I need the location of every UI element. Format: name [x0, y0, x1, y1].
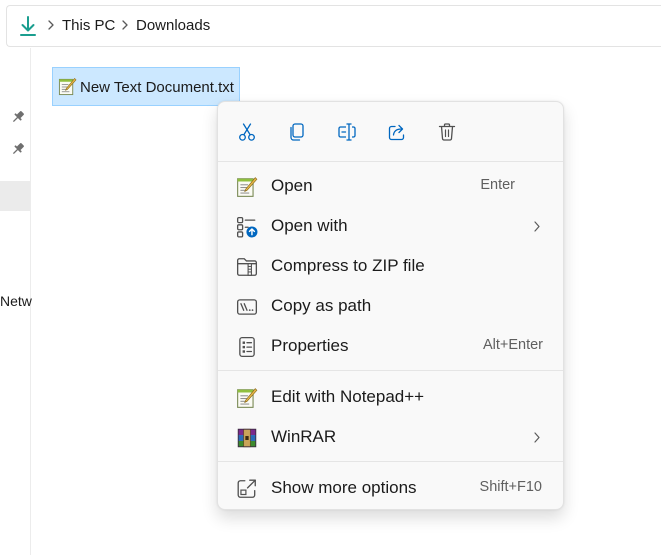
copy-path-icon — [236, 299, 258, 315]
rename-button[interactable] — [331, 116, 363, 148]
address-bar[interactable]: This PC Downloads — [6, 5, 661, 47]
share-button[interactable] — [381, 116, 413, 148]
notepad-plus-plus-icon — [237, 177, 258, 197]
menu-item-label: WinRAR — [271, 427, 337, 446]
menu-item-shortcut: Enter — [480, 177, 515, 193]
menu-item-shortcut: Alt+Enter — [482, 337, 543, 353]
file-item[interactable]: New Text Document.txt — [52, 67, 240, 106]
cut-icon — [239, 123, 255, 141]
properties-icon — [239, 336, 255, 358]
menu-item-properties[interactable]: Properties Alt+Enter — [222, 327, 559, 365]
show-more-options-icon — [237, 479, 256, 498]
menu-item-label: Open with — [271, 216, 348, 235]
pin-icon[interactable] — [10, 141, 26, 157]
pin-icon[interactable] — [10, 109, 26, 125]
file-name: New Text Document.txt — [80, 79, 234, 96]
notepad-plus-plus-icon — [58, 78, 77, 96]
menu-item-label: Edit with Notepad++ — [271, 387, 425, 406]
zip-folder-icon — [236, 258, 258, 276]
menu-item-edit-notepad-plus-plus[interactable]: Edit with Notepad++ — [222, 378, 559, 416]
chevron-right-icon[interactable] — [120, 18, 130, 32]
menu-item-show-more-options[interactable]: Show more options Shift+F10 — [222, 469, 559, 507]
winrar-icon — [237, 428, 257, 448]
menu-item-copy-as-path[interactable]: Copy as path — [222, 287, 559, 325]
breadcrumb-this-pc[interactable]: This PC — [62, 17, 115, 34]
menu-item-winrar[interactable]: WinRAR — [222, 418, 559, 456]
notepad-plus-plus-icon — [237, 388, 258, 408]
cut-button[interactable] — [231, 116, 263, 148]
menu-item-label: Compress to ZIP file — [271, 256, 425, 275]
copy-icon — [290, 123, 304, 141]
menu-item-open[interactable]: Open Enter — [222, 167, 559, 205]
menu-divider — [218, 370, 563, 371]
nav-item-hover[interactable] — [0, 181, 30, 211]
menu-item-label: Show more options — [271, 478, 417, 497]
download-arrow-icon — [20, 16, 36, 36]
nav-item-network[interactable]: Netw — [0, 293, 32, 309]
delete-icon — [438, 123, 456, 141]
menu-item-label: Properties — [271, 336, 349, 355]
share-icon — [388, 124, 405, 141]
menu-divider — [218, 161, 563, 162]
chevron-right-icon — [534, 432, 540, 443]
menu-item-label: Open — [271, 176, 313, 195]
delete-button[interactable] — [431, 116, 463, 148]
rename-icon — [338, 123, 356, 141]
breadcrumb-downloads[interactable]: Downloads — [136, 17, 210, 34]
menu-divider — [218, 461, 563, 462]
open-with-icon — [236, 216, 258, 238]
menu-item-label: Copy as path — [271, 296, 372, 315]
menu-item-compress-zip[interactable]: Compress to ZIP file — [222, 247, 559, 285]
menu-item-open-with[interactable]: Open with — [222, 207, 559, 245]
context-menu: Open Enter Open with Compress to ZIP fil… — [217, 101, 564, 510]
menu-item-shortcut: Shift+F10 — [479, 479, 542, 495]
copy-button[interactable] — [281, 116, 313, 148]
chevron-right-icon — [534, 221, 540, 232]
navigation-pane: Netw — [0, 48, 32, 555]
chevron-right-icon[interactable] — [46, 18, 56, 32]
